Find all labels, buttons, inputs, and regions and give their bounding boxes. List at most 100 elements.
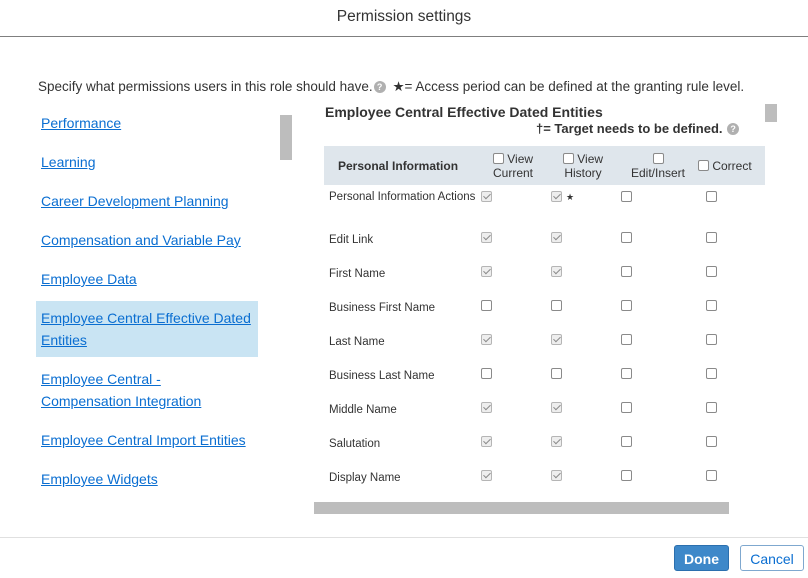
intro-note: ★= Access period can be defined at the g… [392, 79, 745, 94]
permission-cell [698, 260, 765, 294]
select-all-checkbox[interactable] [652, 152, 664, 164]
checkbox[interactable] [706, 300, 717, 311]
permission-cell [698, 328, 765, 362]
checked-checkbox[interactable] [551, 436, 562, 447]
nav-item[interactable]: Compensation and Variable Pay [36, 229, 258, 251]
checked-checkbox[interactable] [551, 334, 562, 345]
checked-checkbox[interactable] [551, 191, 562, 202]
nav-item[interactable]: Employee Central - Compensation Integrat… [36, 368, 258, 412]
permission-cell [618, 362, 698, 396]
permission-cell [548, 260, 618, 294]
checkbox[interactable] [621, 191, 632, 202]
checkbox[interactable] [621, 402, 632, 413]
checked-checkbox[interactable] [481, 334, 492, 345]
checked-checkbox[interactable] [481, 470, 492, 481]
checkbox[interactable] [706, 232, 717, 243]
checkbox[interactable] [621, 334, 632, 345]
select-all-checkbox[interactable] [698, 159, 709, 171]
dialog-title: Permission settings [0, 0, 808, 37]
permission-cell [548, 430, 618, 464]
permission-cell [478, 362, 548, 396]
panel-vertical-scrollbar[interactable] [765, 104, 777, 122]
checked-checkbox[interactable] [481, 191, 492, 202]
checked-checkbox[interactable] [481, 232, 492, 243]
column-header-view-history: View History [548, 146, 618, 185]
permission-cell [548, 464, 618, 498]
nav-item[interactable]: Employee Widgets [36, 468, 258, 490]
permission-cell [478, 260, 548, 294]
row-label: Salutation [329, 438, 381, 450]
permission-cell [698, 185, 765, 226]
target-note-text: †= Target needs to be defined. [536, 121, 723, 136]
nav-item[interactable]: Employee Data [36, 268, 258, 290]
category-list-scrollbar[interactable] [280, 115, 292, 160]
checkbox[interactable] [621, 368, 632, 379]
select-all-checkbox[interactable] [562, 152, 574, 164]
checkbox[interactable] [551, 300, 562, 311]
panel-title: Employee Central Effective Dated Entitie… [325, 104, 603, 120]
permission-cell: ★ [548, 185, 618, 226]
column-header-view-current: View Current [478, 146, 548, 185]
checked-checkbox[interactable] [551, 266, 562, 277]
row-label: Middle Name [329, 404, 397, 416]
nav-item[interactable]: Career Development Planning [36, 190, 258, 212]
permission-cell [548, 328, 618, 362]
checked-checkbox[interactable] [481, 402, 492, 413]
table-row: Business Last Name [324, 362, 765, 396]
permission-cell [618, 226, 698, 260]
permission-cell [698, 464, 765, 498]
permission-cell [548, 294, 618, 328]
checkbox[interactable] [706, 191, 717, 202]
help-icon[interactable]: ? [727, 123, 740, 135]
checkbox[interactable] [621, 266, 632, 277]
permission-cell [478, 328, 548, 362]
checkbox[interactable] [481, 300, 492, 311]
permission-cell [618, 294, 698, 328]
checkbox[interactable] [621, 436, 632, 447]
table-row: Salutation [324, 430, 765, 464]
checkbox[interactable] [706, 470, 717, 481]
permission-cell [478, 430, 548, 464]
nav-item[interactable]: Performance [36, 112, 258, 134]
table-horizontal-scrollbar[interactable] [314, 502, 729, 514]
permission-cell [478, 396, 548, 430]
column-label: Edit/Insert [630, 165, 686, 180]
checkbox[interactable] [706, 266, 717, 277]
permission-cell [618, 396, 698, 430]
column-header-correct: Correct [698, 146, 765, 185]
checkbox[interactable] [706, 334, 717, 345]
nav-item[interactable]: Employee Central Effective Dated Entitie… [36, 301, 258, 357]
table-row: Middle Name [324, 396, 765, 430]
checkbox[interactable] [551, 368, 562, 379]
cancel-button[interactable]: Cancel [740, 545, 804, 571]
permission-cell [548, 226, 618, 260]
permission-cell [698, 226, 765, 260]
help-icon[interactable]: ? [373, 81, 386, 93]
permission-cell [698, 362, 765, 396]
checkbox[interactable] [621, 300, 632, 311]
table-row: Last Name [324, 328, 765, 362]
checked-checkbox[interactable] [481, 436, 492, 447]
permissions-table-container: Personal Information View Current View H… [324, 146, 765, 502]
done-button[interactable]: Done [674, 545, 729, 571]
permission-cell [548, 362, 618, 396]
permissions-table: Personal Information View Current View H… [324, 146, 765, 502]
table-row: Business First Name [324, 294, 765, 328]
select-all-checkbox[interactable] [492, 152, 504, 164]
checkbox[interactable] [706, 402, 717, 413]
star-icon: ★ [566, 192, 575, 202]
checked-checkbox[interactable] [551, 402, 562, 413]
checkbox[interactable] [621, 232, 632, 243]
permission-cell [618, 430, 698, 464]
nav-item[interactable]: Employee Central Import Entities [36, 429, 258, 451]
checked-checkbox[interactable] [481, 266, 492, 277]
checkbox[interactable] [706, 368, 717, 379]
checked-checkbox[interactable] [551, 232, 562, 243]
row-label: Personal Information Actions [329, 191, 476, 203]
checkbox[interactable] [706, 436, 717, 447]
row-label: Display Name [329, 472, 401, 484]
checked-checkbox[interactable] [551, 470, 562, 481]
checkbox[interactable] [621, 470, 632, 481]
nav-item[interactable]: Learning [36, 151, 258, 173]
checkbox[interactable] [481, 368, 492, 379]
